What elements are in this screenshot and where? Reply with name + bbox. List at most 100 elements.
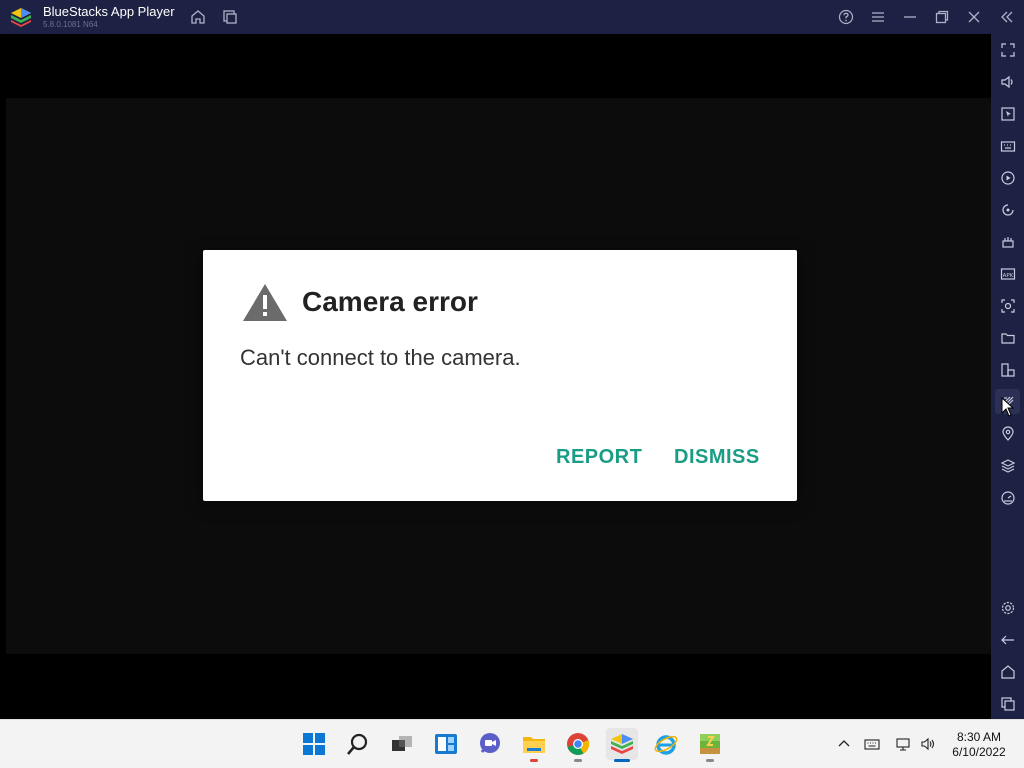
dialog-title: Camera error [302, 286, 478, 317]
tray-keyboard-button[interactable] [861, 733, 883, 755]
network-icon [896, 738, 910, 751]
title-bar: BlueStacks App Player 5.8.0.1081 N64 [0, 0, 1024, 34]
sidebar-home-button[interactable] [995, 659, 1020, 684]
help-button[interactable] [834, 5, 858, 29]
close-icon [968, 11, 980, 23]
fullscreen-icon [1000, 42, 1015, 57]
camera-error-dialog: Camera error Can't connect to the camera… [203, 250, 797, 501]
close-button[interactable] [962, 5, 986, 29]
minimize-button[interactable] [898, 5, 922, 29]
sidebar-keyboard-button[interactable] [995, 133, 1020, 158]
sidebar-pointer-button[interactable] [995, 101, 1020, 126]
restore-button[interactable] [930, 5, 954, 29]
windows-taskbar: 8:30 AM 6/10/2022 [0, 719, 1024, 768]
bluestacks-icon [611, 734, 633, 754]
sidebar-location-button[interactable] [995, 421, 1020, 446]
running-indicator [574, 759, 582, 762]
taskbar-clock[interactable]: 8:30 AM 6/10/2022 [944, 730, 1014, 760]
home-button[interactable] [186, 5, 210, 29]
sidebar-settings-button[interactable] [995, 595, 1020, 620]
tray-volume-button[interactable] [917, 733, 939, 755]
mouse-cursor-icon [1001, 397, 1015, 417]
archive-app-icon [700, 734, 720, 754]
rotate-icon [1001, 203, 1014, 216]
app-title: BlueStacks App Player [43, 4, 175, 19]
keyboard-icon [864, 739, 880, 750]
sidebar-back-button[interactable] [995, 627, 1020, 652]
search-icon [347, 733, 368, 755]
sidebar-screenshot-button[interactable] [995, 293, 1020, 318]
performance-icon [1000, 490, 1015, 505]
chrome-icon [567, 733, 590, 755]
sidebar-fullscreen-button[interactable] [995, 37, 1020, 62]
collapse-sidebar-button[interactable] [995, 5, 1019, 29]
sidebar-apk-button[interactable]: APK [995, 261, 1020, 286]
sidebar-layers-button[interactable] [995, 453, 1020, 478]
sidebar-performance-button[interactable] [995, 485, 1020, 510]
dialog-message: Can't connect to the camera. [240, 345, 521, 370]
home-icon [191, 10, 205, 24]
chevron-up-icon [838, 740, 850, 747]
internet-explorer-icon [654, 735, 678, 755]
help-icon [838, 9, 854, 25]
recent-apps-icon [1000, 696, 1015, 711]
macro-icon [1000, 170, 1015, 185]
sidebar-macro-button[interactable] [995, 165, 1020, 190]
sidebar-recent-apps-button[interactable] [995, 691, 1020, 716]
taskbar-start-button[interactable] [298, 728, 330, 760]
multi-instance-icon [223, 10, 237, 24]
multi-instance-button[interactable] [218, 5, 242, 29]
bluestacks-sidebar: APK [991, 34, 1024, 719]
app-version: 5.8.0.1081 N64 [43, 20, 98, 29]
sidebar-volume-button[interactable] [995, 69, 1020, 94]
tray-overflow-button[interactable] [833, 733, 855, 755]
menu-button[interactable] [866, 5, 890, 29]
task-view-icon [392, 736, 412, 751]
widgets-icon [435, 734, 457, 754]
volume-icon [1000, 75, 1013, 88]
active-indicator [614, 759, 630, 762]
running-indicator [530, 759, 538, 762]
taskbar-internet-explorer-button[interactable] [650, 728, 682, 760]
windows-start-icon [303, 733, 325, 755]
home-icon [1000, 664, 1015, 679]
multi-device-icon [1000, 362, 1015, 377]
sidebar-folder-button[interactable] [995, 325, 1020, 350]
minimize-icon [904, 16, 916, 18]
bluestacks-logo-icon [11, 8, 31, 27]
restore-icon [935, 10, 949, 24]
collapse-sidebar-icon [1001, 11, 1013, 23]
layers-icon [1000, 458, 1015, 473]
taskbar-task-view-button[interactable] [386, 728, 418, 760]
pointer-icon [1000, 106, 1015, 121]
menu-icon [872, 12, 884, 22]
location-icon [1001, 425, 1014, 441]
taskbar-bluestacks-button[interactable] [606, 728, 638, 762]
teams-chat-icon [480, 733, 500, 753]
sidebar-rotate-button[interactable] [995, 197, 1020, 222]
report-button[interactable]: REPORT [556, 446, 642, 469]
screenshot-icon [1000, 298, 1015, 313]
volume-icon [921, 737, 935, 751]
shake-icon [1001, 236, 1014, 248]
sidebar-multi-device-button[interactable] [995, 357, 1020, 382]
taskbar-archive-app-button[interactable] [694, 728, 726, 762]
folder-icon [1000, 332, 1015, 344]
taskbar-search-button[interactable] [342, 728, 374, 760]
taskbar-widgets-button[interactable] [430, 728, 462, 760]
keyboard-icon [1000, 140, 1015, 152]
file-explorer-icon [523, 737, 545, 753]
dismiss-button[interactable]: DISMISS [674, 446, 760, 469]
running-indicator [706, 759, 714, 762]
sidebar-shake-button[interactable] [995, 229, 1020, 254]
settings-icon [1001, 601, 1014, 614]
taskbar-chat-button[interactable] [474, 728, 506, 760]
clock-date: 6/10/2022 [952, 745, 1006, 759]
tray-network-button[interactable] [892, 733, 914, 755]
svg-text:APK: APK [1002, 273, 1013, 279]
taskbar-chrome-button[interactable] [562, 728, 594, 762]
apk-install-icon: APK [1000, 267, 1015, 280]
clock-time: 8:30 AM [956, 730, 1002, 744]
back-icon [1000, 635, 1014, 644]
taskbar-file-explorer-button[interactable] [518, 728, 550, 762]
